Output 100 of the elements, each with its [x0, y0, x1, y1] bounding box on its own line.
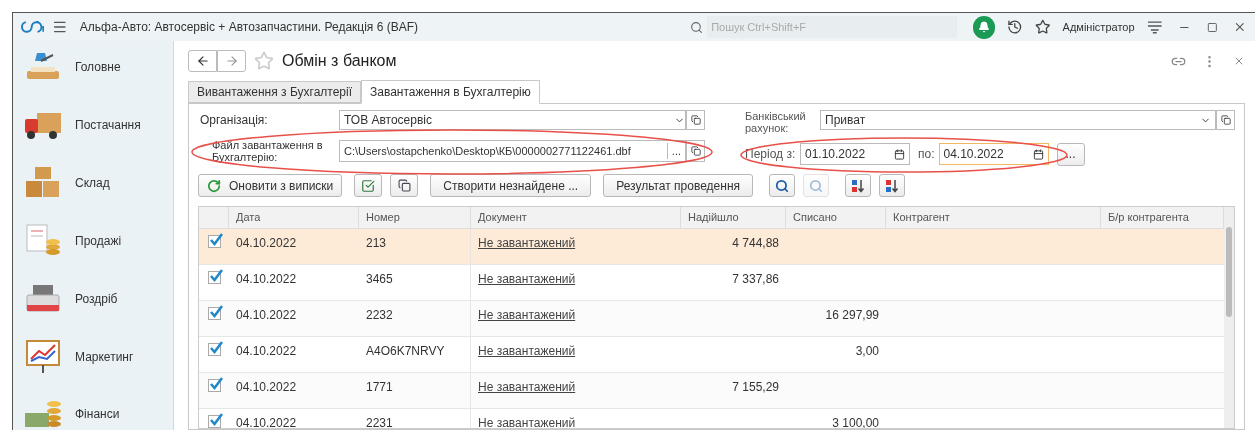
sort-ascending-icon [850, 177, 866, 194]
copy-button[interactable] [390, 174, 419, 197]
open-button[interactable] [1216, 110, 1235, 130]
table-cell: 04.10.2022 [236, 308, 297, 322]
search-button[interactable] [769, 174, 795, 197]
table-cell: 3 100,00 [832, 416, 879, 428]
document-link[interactable]: Не завантажений [478, 416, 576, 428]
search-icon [690, 20, 704, 34]
action-button[interactable]: Результат проведення [603, 174, 753, 197]
bell-icon [978, 21, 991, 33]
column-header[interactable]: Документ [471, 207, 681, 228]
open-icon [690, 146, 701, 156]
table-cell: 7 337,86 [732, 272, 779, 286]
forward-arrow-icon [224, 54, 239, 68]
table-cell: 04.10.2022 [236, 236, 297, 250]
file-path-field[interactable]: C:\Users\ostapchenko\Desktop\КБ\0000002771122461.dbf ... [339, 140, 686, 162]
open-button[interactable] [686, 140, 705, 162]
row-checkbox[interactable] [207, 271, 221, 284]
close-icon[interactable] [1233, 55, 1245, 67]
row-checkbox[interactable] [207, 343, 221, 356]
table-cell: 213 [366, 236, 387, 250]
table-row[interactable]: 04.10.2022 213 Не завантажений 4 744,88 [199, 229, 1224, 265]
bank-account-field[interactable]: Приват [820, 110, 1216, 130]
table-cell: 4 744,88 [732, 236, 779, 250]
document-link[interactable]: Не завантажений [478, 236, 576, 250]
row-checkbox[interactable] [207, 235, 221, 248]
row-checkbox[interactable] [207, 307, 221, 320]
table-cell: 2231 [366, 416, 393, 428]
back-button[interactable] [188, 50, 217, 72]
check-all-button[interactable] [354, 174, 383, 197]
user-name[interactable]: Адміністратор [1062, 18, 1135, 36]
close-icon[interactable] [1233, 20, 1247, 34]
scrollbar[interactable] [1224, 207, 1234, 428]
back-arrow-icon [195, 54, 210, 68]
table-cell: 3465 [366, 272, 393, 286]
app-logo-icon [21, 21, 45, 33]
search-field[interactable]: Пошук Ctrl+Shift+F [707, 16, 958, 38]
table-cell: 04.10.2022 [236, 380, 297, 394]
date-from-field[interactable]: 01.10.2022 [800, 143, 910, 165]
row-checkbox[interactable] [207, 415, 221, 428]
column-header[interactable]: Контрагент [886, 207, 1101, 228]
sidebar-item[interactable]: Роздріб [75, 290, 118, 308]
table-cell: 04.10.2022 [236, 272, 297, 286]
table-cell: 04.10.2022 [236, 416, 297, 428]
sort-descending-button[interactable] [879, 174, 905, 197]
column-header[interactable]: Списано [786, 207, 886, 228]
maximize-icon[interactable] [1206, 21, 1218, 33]
favorite-star-icon[interactable] [254, 51, 274, 71]
field-label: по: [918, 146, 935, 163]
column-header[interactable]: Дата [229, 207, 359, 228]
refresh-button[interactable]: Оновити з виписки [198, 174, 343, 197]
table-cell: 1771 [366, 380, 393, 394]
search-icon [775, 178, 789, 193]
open-icon [1220, 115, 1231, 125]
sidebar-item[interactable]: Склад [75, 174, 110, 192]
checkbox-icon [361, 178, 376, 193]
tab[interactable]: Вивантаження з Бухгалтерії [188, 81, 361, 103]
field-label: Організація: [199, 112, 269, 129]
sort-ascending-button[interactable] [845, 174, 871, 197]
table-cell: 7 155,29 [732, 380, 779, 394]
table-row[interactable]: 04.10.2022 A4O6K7NRVY Не завантажений 3,00 [199, 337, 1224, 373]
calendar-icon [1032, 148, 1044, 160]
table-row[interactable]: 04.10.2022 2232 Не завантажений 16 297,99 [199, 301, 1224, 337]
document-link[interactable]: Не завантажений [478, 344, 576, 358]
notification-button[interactable] [973, 15, 996, 39]
column-header[interactable]: Надійшло [681, 207, 786, 228]
money-coins-icon [23, 400, 63, 427]
document-link[interactable]: Не завантажений [478, 272, 576, 286]
column-header[interactable]: Номер [359, 207, 471, 228]
sidebar-item[interactable]: Продажі [75, 232, 122, 250]
sidebar-item[interactable]: Маркетинг [75, 348, 134, 366]
date-to-field[interactable]: 04.10.2022 [938, 143, 1049, 165]
table-cell: A4O6K7NRVY [366, 344, 445, 358]
history-icon[interactable] [1007, 19, 1024, 35]
row-checkbox[interactable] [207, 379, 221, 392]
star-icon[interactable] [1035, 19, 1051, 35]
table-cell: 3,00 [855, 344, 879, 358]
field-label: Період з: [745, 146, 797, 163]
document-link[interactable]: Не завантажений [478, 308, 576, 322]
chart-board-icon [23, 339, 63, 375]
open-icon [690, 115, 701, 125]
sidebar-item[interactable]: Постачання [75, 116, 141, 134]
sidebar-item[interactable]: Фінанси [75, 404, 120, 423]
page-title: Обмін з банком [282, 51, 397, 71]
settings-menu-icon[interactable] [1146, 20, 1163, 34]
document-link[interactable]: Не завантажений [478, 380, 576, 394]
copy-icon [397, 179, 411, 192]
organization-field[interactable]: ТОВ Автосервіс [339, 110, 686, 130]
tab[interactable]: Завантаження в Бухгалтерію [361, 80, 540, 104]
table-cell: 04.10.2022 [236, 344, 297, 358]
menu-icon[interactable] [52, 19, 68, 35]
field-label: Банківський рахунок: [745, 110, 807, 134]
open-button[interactable] [686, 110, 705, 130]
sidebar-item[interactable]: Головне [75, 58, 121, 76]
action-button[interactable]: Створити незнайдене ... [430, 174, 592, 197]
table-row[interactable]: 04.10.2022 1771 Не завантажений 7 155,29 [199, 373, 1224, 409]
table-row[interactable]: 04.10.2022 3465 Не завантажений 7 337,86 [199, 265, 1224, 301]
period-select-button[interactable]: ... [1056, 142, 1085, 166]
window-title: Альфа-Авто: Автосервіс + Автозапчастини. Редакція 6 (BAF) [79, 19, 420, 36]
calendar-icon [894, 148, 905, 160]
